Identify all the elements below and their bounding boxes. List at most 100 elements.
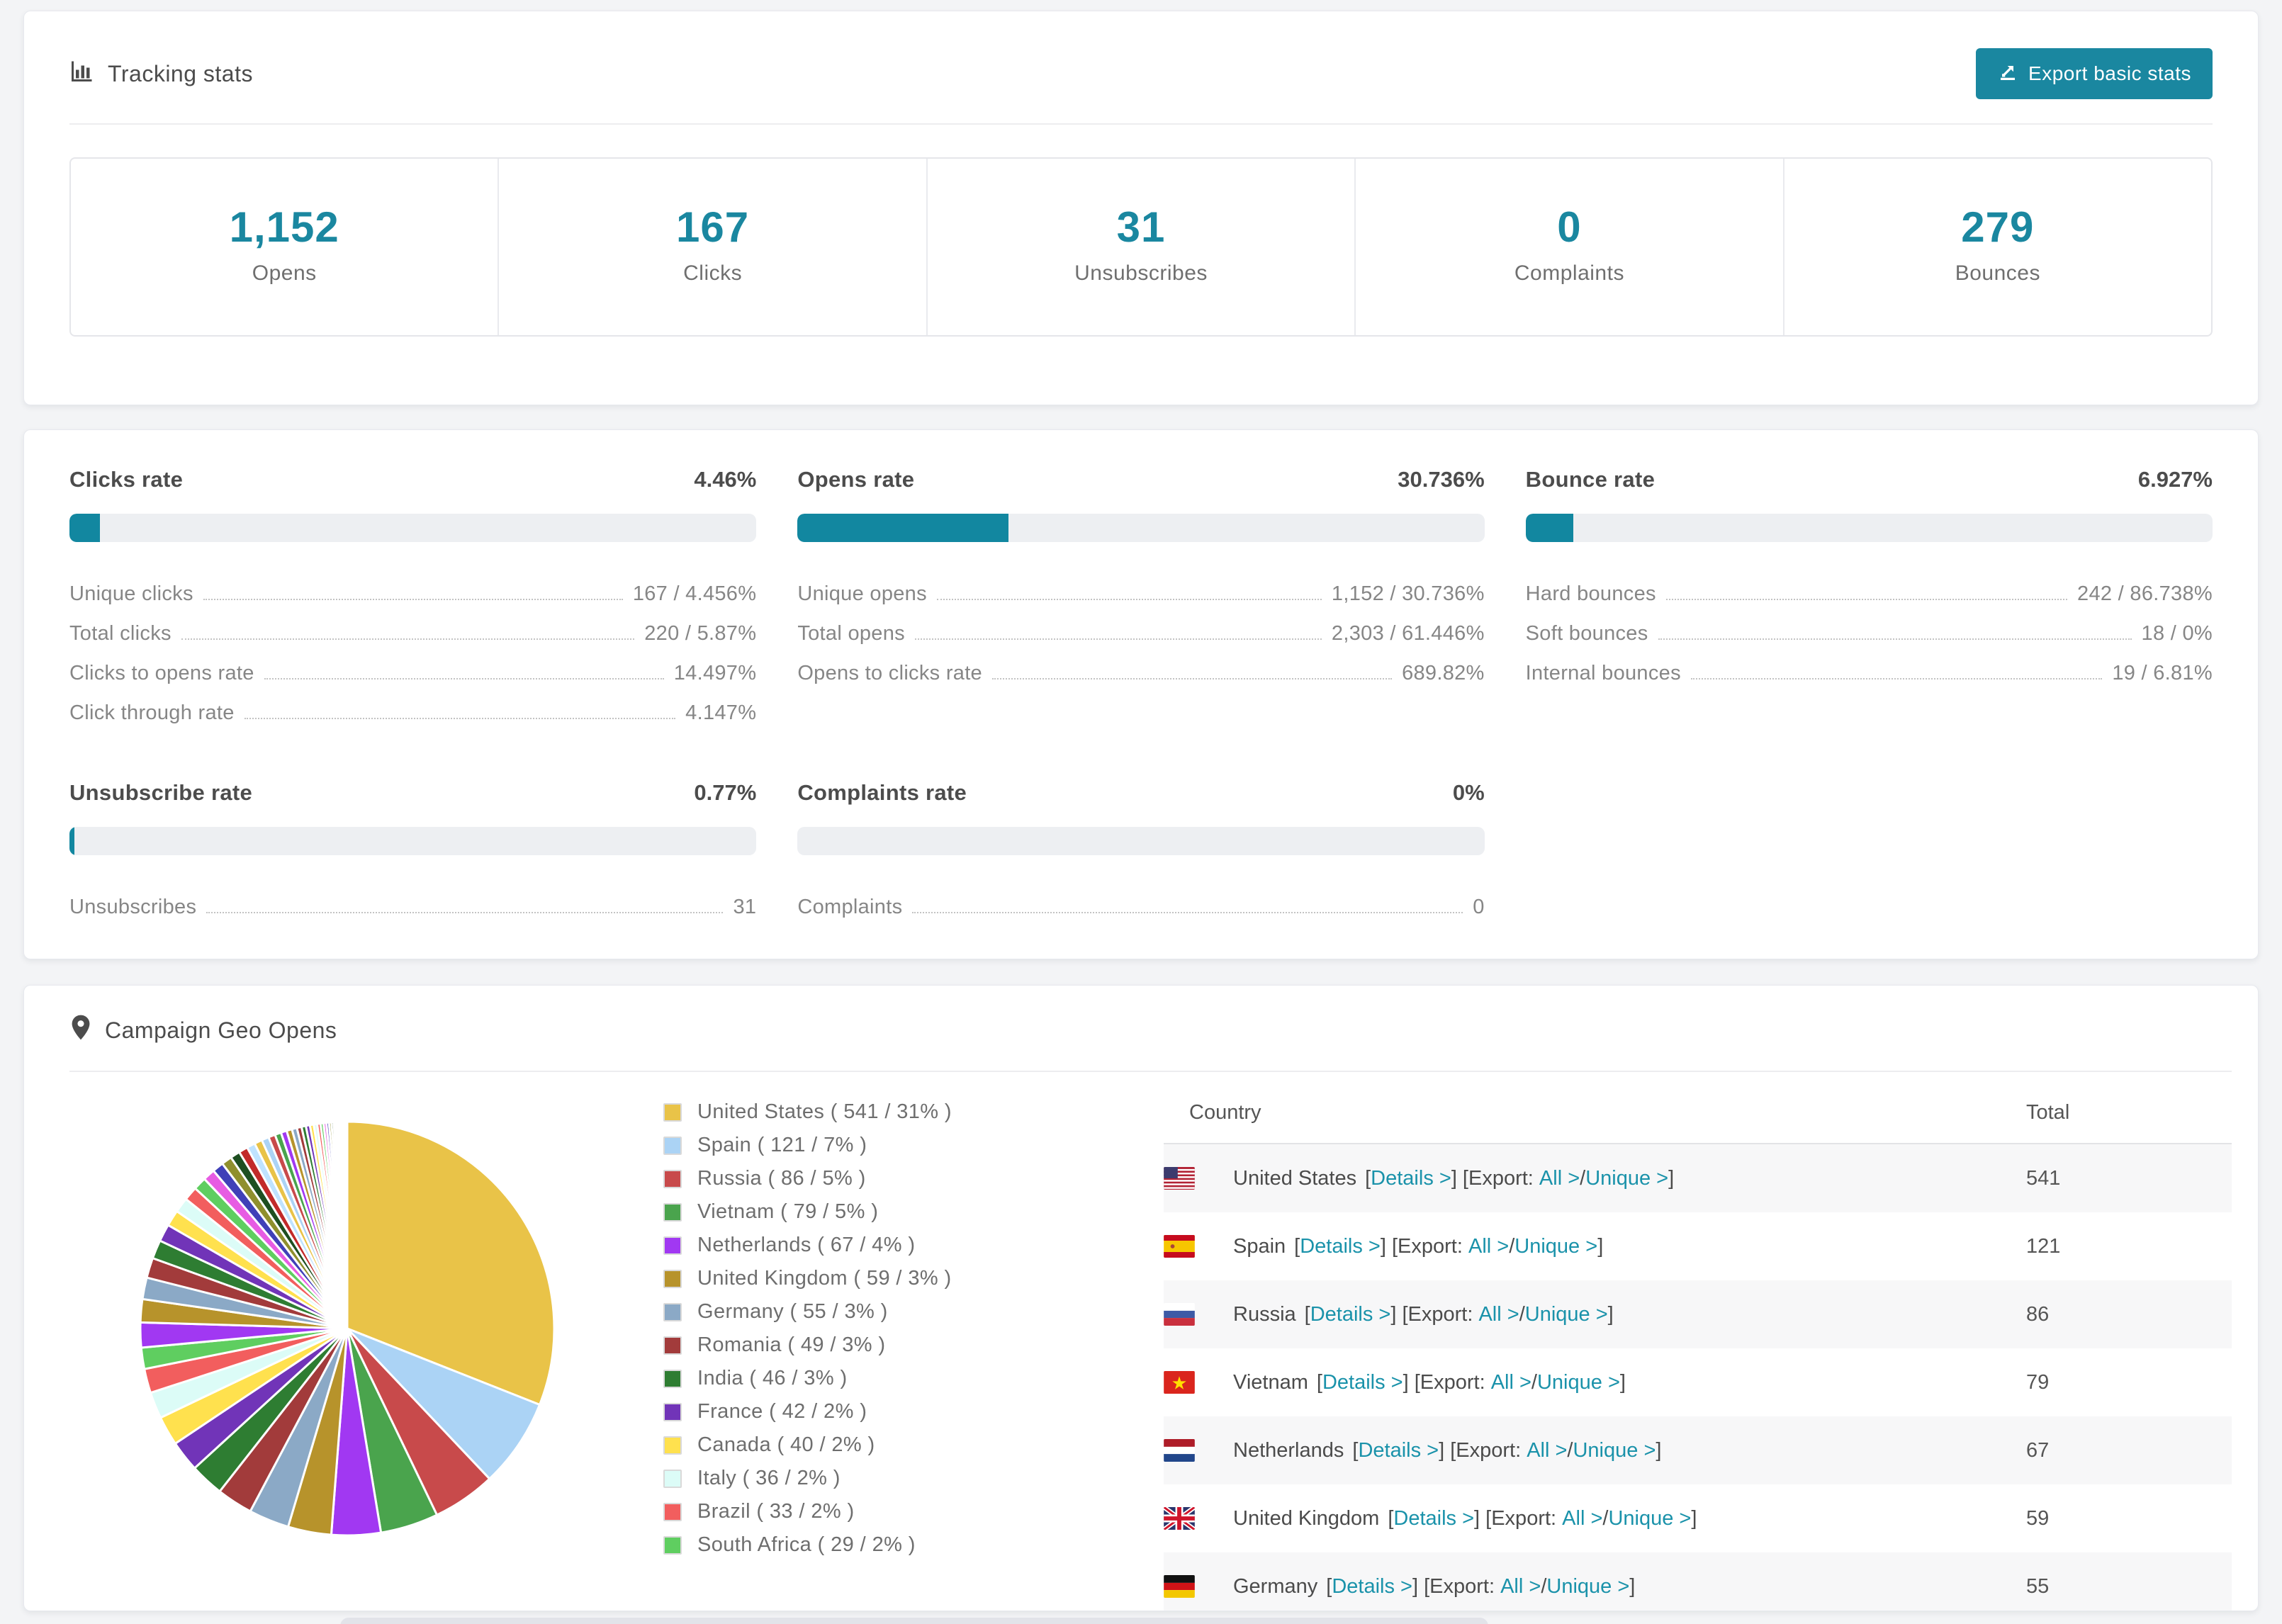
- dotted-leader: [264, 678, 664, 680]
- geo-table-row: Spain [Details >] [Export: All > / Unique…: [1164, 1212, 2232, 1280]
- rate-detail-label: Soft bounces: [1525, 622, 1648, 645]
- slash: /: [1580, 1166, 1586, 1190]
- legend-item: United States ( 541 / 31% ): [663, 1100, 952, 1124]
- rate-progress-bar: [1525, 514, 2213, 542]
- dotted-leader: [1690, 678, 2103, 680]
- legend-item: Netherlands ( 67 / 4% ): [663, 1234, 952, 1257]
- dotted-leader: [206, 912, 724, 913]
- details-link[interactable]: Details >: [1358, 1439, 1439, 1462]
- country-cell: Vietnam [Details >] [Export: All > / Uniq…: [1164, 1371, 2026, 1394]
- country-name: United Kingdom: [1233, 1506, 1380, 1530]
- details-link[interactable]: Details >: [1300, 1235, 1381, 1258]
- export-all-link[interactable]: All >: [1562, 1507, 1602, 1530]
- stat-label: Clicks: [683, 261, 743, 285]
- rate-value: 30.736%: [1398, 467, 1485, 492]
- geo-table-row: Russia [Details >] [Export: All > / Uniqu…: [1164, 1280, 2232, 1348]
- flag-vn-icon: [1164, 1371, 1195, 1394]
- geo-opens-title: Campaign Geo Opens: [69, 1014, 337, 1047]
- legend-swatch: [663, 1336, 682, 1355]
- rate-detail-value: 2,303 / 61.446%: [1331, 622, 1485, 645]
- stat-value: 167: [676, 203, 750, 251]
- rate-detail-value: 18 / 0%: [2141, 622, 2213, 645]
- export-icon: [1997, 61, 2018, 87]
- legend-swatch: [663, 1469, 682, 1488]
- export-all-link[interactable]: All >: [1539, 1167, 1580, 1190]
- details-link[interactable]: Details >: [1371, 1167, 1451, 1190]
- rate-value: 6.927%: [2137, 467, 2213, 492]
- stat-value: 31: [1116, 203, 1166, 251]
- dotted-leader: [914, 638, 1322, 640]
- rate-value: 0.77%: [694, 780, 757, 805]
- export-unique-link[interactable]: Unique >: [1514, 1235, 1597, 1258]
- export-unique-link[interactable]: Unique >: [1608, 1507, 1691, 1530]
- legend-item: Brazil ( 33 / 2% ): [663, 1500, 952, 1523]
- bottom-scrollbar-track[interactable]: [340, 1618, 1488, 1624]
- bracket: ] [Export:: [1403, 1370, 1491, 1394]
- legend-label: Germany ( 55 / 3% ): [697, 1300, 888, 1323]
- header-divider: [69, 123, 2213, 125]
- rate-detail-row: Hard bounces 242 / 86.738%: [1526, 566, 2213, 606]
- legend-label: Russia ( 86 / 5% ): [697, 1167, 866, 1190]
- stat-cell-opens: 1,152 Opens: [71, 159, 500, 335]
- export-unique-link[interactable]: Unique >: [1573, 1439, 1656, 1462]
- total-value: 121: [2026, 1234, 2061, 1258]
- rate-progress-bar: [797, 514, 1485, 542]
- legend-item: Italy ( 36 / 2% ): [663, 1467, 952, 1490]
- rate-detail-row: Total clicks 220 / 5.87%: [69, 606, 756, 645]
- export-all-link[interactable]: All >: [1491, 1371, 1531, 1394]
- rate-detail-label: Click through rate: [69, 701, 235, 724]
- export-basic-stats-button[interactable]: Export basic stats: [1976, 48, 2213, 99]
- country-name: Netherlands: [1233, 1438, 1344, 1462]
- legend-label: Netherlands ( 67 / 4% ): [697, 1234, 916, 1256]
- rate-detail-row: Soft bounces 18 / 0%: [1526, 606, 2213, 645]
- stat-value: 279: [1961, 203, 2035, 251]
- details-link[interactable]: Details >: [1322, 1371, 1403, 1394]
- export-unique-link[interactable]: Unique >: [1585, 1167, 1668, 1190]
- geo-table-row: United Kingdom [Details >] [Export: All >…: [1164, 1484, 2232, 1552]
- country-name: Spain: [1233, 1234, 1286, 1258]
- bracket: ] [Export:: [1390, 1302, 1479, 1326]
- bracket: ] [Export:: [1380, 1234, 1468, 1258]
- details-link[interactable]: Details >: [1393, 1507, 1474, 1530]
- details-link[interactable]: Details >: [1332, 1575, 1412, 1598]
- legend-item: France ( 42 / 2% ): [663, 1400, 952, 1423]
- stat-label: Complaints: [1514, 261, 1624, 285]
- export-all-link[interactable]: All >: [1500, 1575, 1541, 1598]
- bracket: ]: [1656, 1438, 1662, 1462]
- rate-detail-value: 220 / 5.87%: [644, 622, 757, 645]
- bracket: [: [1294, 1234, 1300, 1258]
- pie-slice[interactable]: [344, 1120, 349, 1329]
- stat-cell-complaints: 0 Complaints: [1356, 159, 1784, 335]
- geo-pie-chart: [135, 1116, 560, 1541]
- legend-label: United Kingdom ( 59 / 3% ): [697, 1267, 952, 1290]
- legend-item: United Kingdom ( 59 / 3% ): [663, 1267, 952, 1290]
- dotted-leader: [1665, 599, 2068, 600]
- rate-detail-value: 0: [1473, 896, 1485, 918]
- map-pin-icon: [69, 1014, 92, 1047]
- rate-detail-row: Complaints 0: [797, 879, 1484, 919]
- export-unique-link[interactable]: Unique >: [1546, 1575, 1629, 1598]
- stat-cell-clicks: 167 Clicks: [499, 159, 928, 335]
- export-unique-link[interactable]: Unique >: [1525, 1303, 1608, 1326]
- details-link[interactable]: Details >: [1310, 1303, 1391, 1326]
- rate-detail-label: Hard bounces: [1525, 582, 1656, 605]
- legend-swatch: [663, 1269, 682, 1288]
- export-unique-link[interactable]: Unique >: [1537, 1371, 1620, 1394]
- stat-value: 0: [1557, 203, 1582, 251]
- rates-grid: Clicks rate 4.46% Unique clicks 167 / 4.456…: [69, 467, 2213, 919]
- rate-detail-row: Unique clicks 167 / 4.456%: [69, 566, 756, 606]
- legend-label: United States ( 541 / 31% ): [697, 1100, 952, 1123]
- country-name: Germany: [1233, 1574, 1318, 1598]
- bracket: ] [Export:: [1451, 1166, 1539, 1190]
- rate-detail-row: Clicks to opens rate 14.497%: [69, 645, 756, 685]
- export-all-link[interactable]: All >: [1478, 1303, 1519, 1326]
- rates-card: Clicks rate 4.46% Unique clicks 167 / 4.456…: [23, 429, 2259, 959]
- legend-item: Germany ( 55 / 3% ): [663, 1300, 952, 1324]
- country-name: United States: [1233, 1166, 1357, 1190]
- rate-detail-value: 689.82%: [1402, 662, 1485, 684]
- export-all-link[interactable]: All >: [1527, 1439, 1567, 1462]
- export-all-link[interactable]: All >: [1468, 1235, 1509, 1258]
- legend-label: Canada ( 40 / 2% ): [697, 1433, 875, 1456]
- rate-progress-bar: [69, 514, 757, 542]
- tracking-stats-header: Tracking stats Export basic stats: [69, 48, 2213, 99]
